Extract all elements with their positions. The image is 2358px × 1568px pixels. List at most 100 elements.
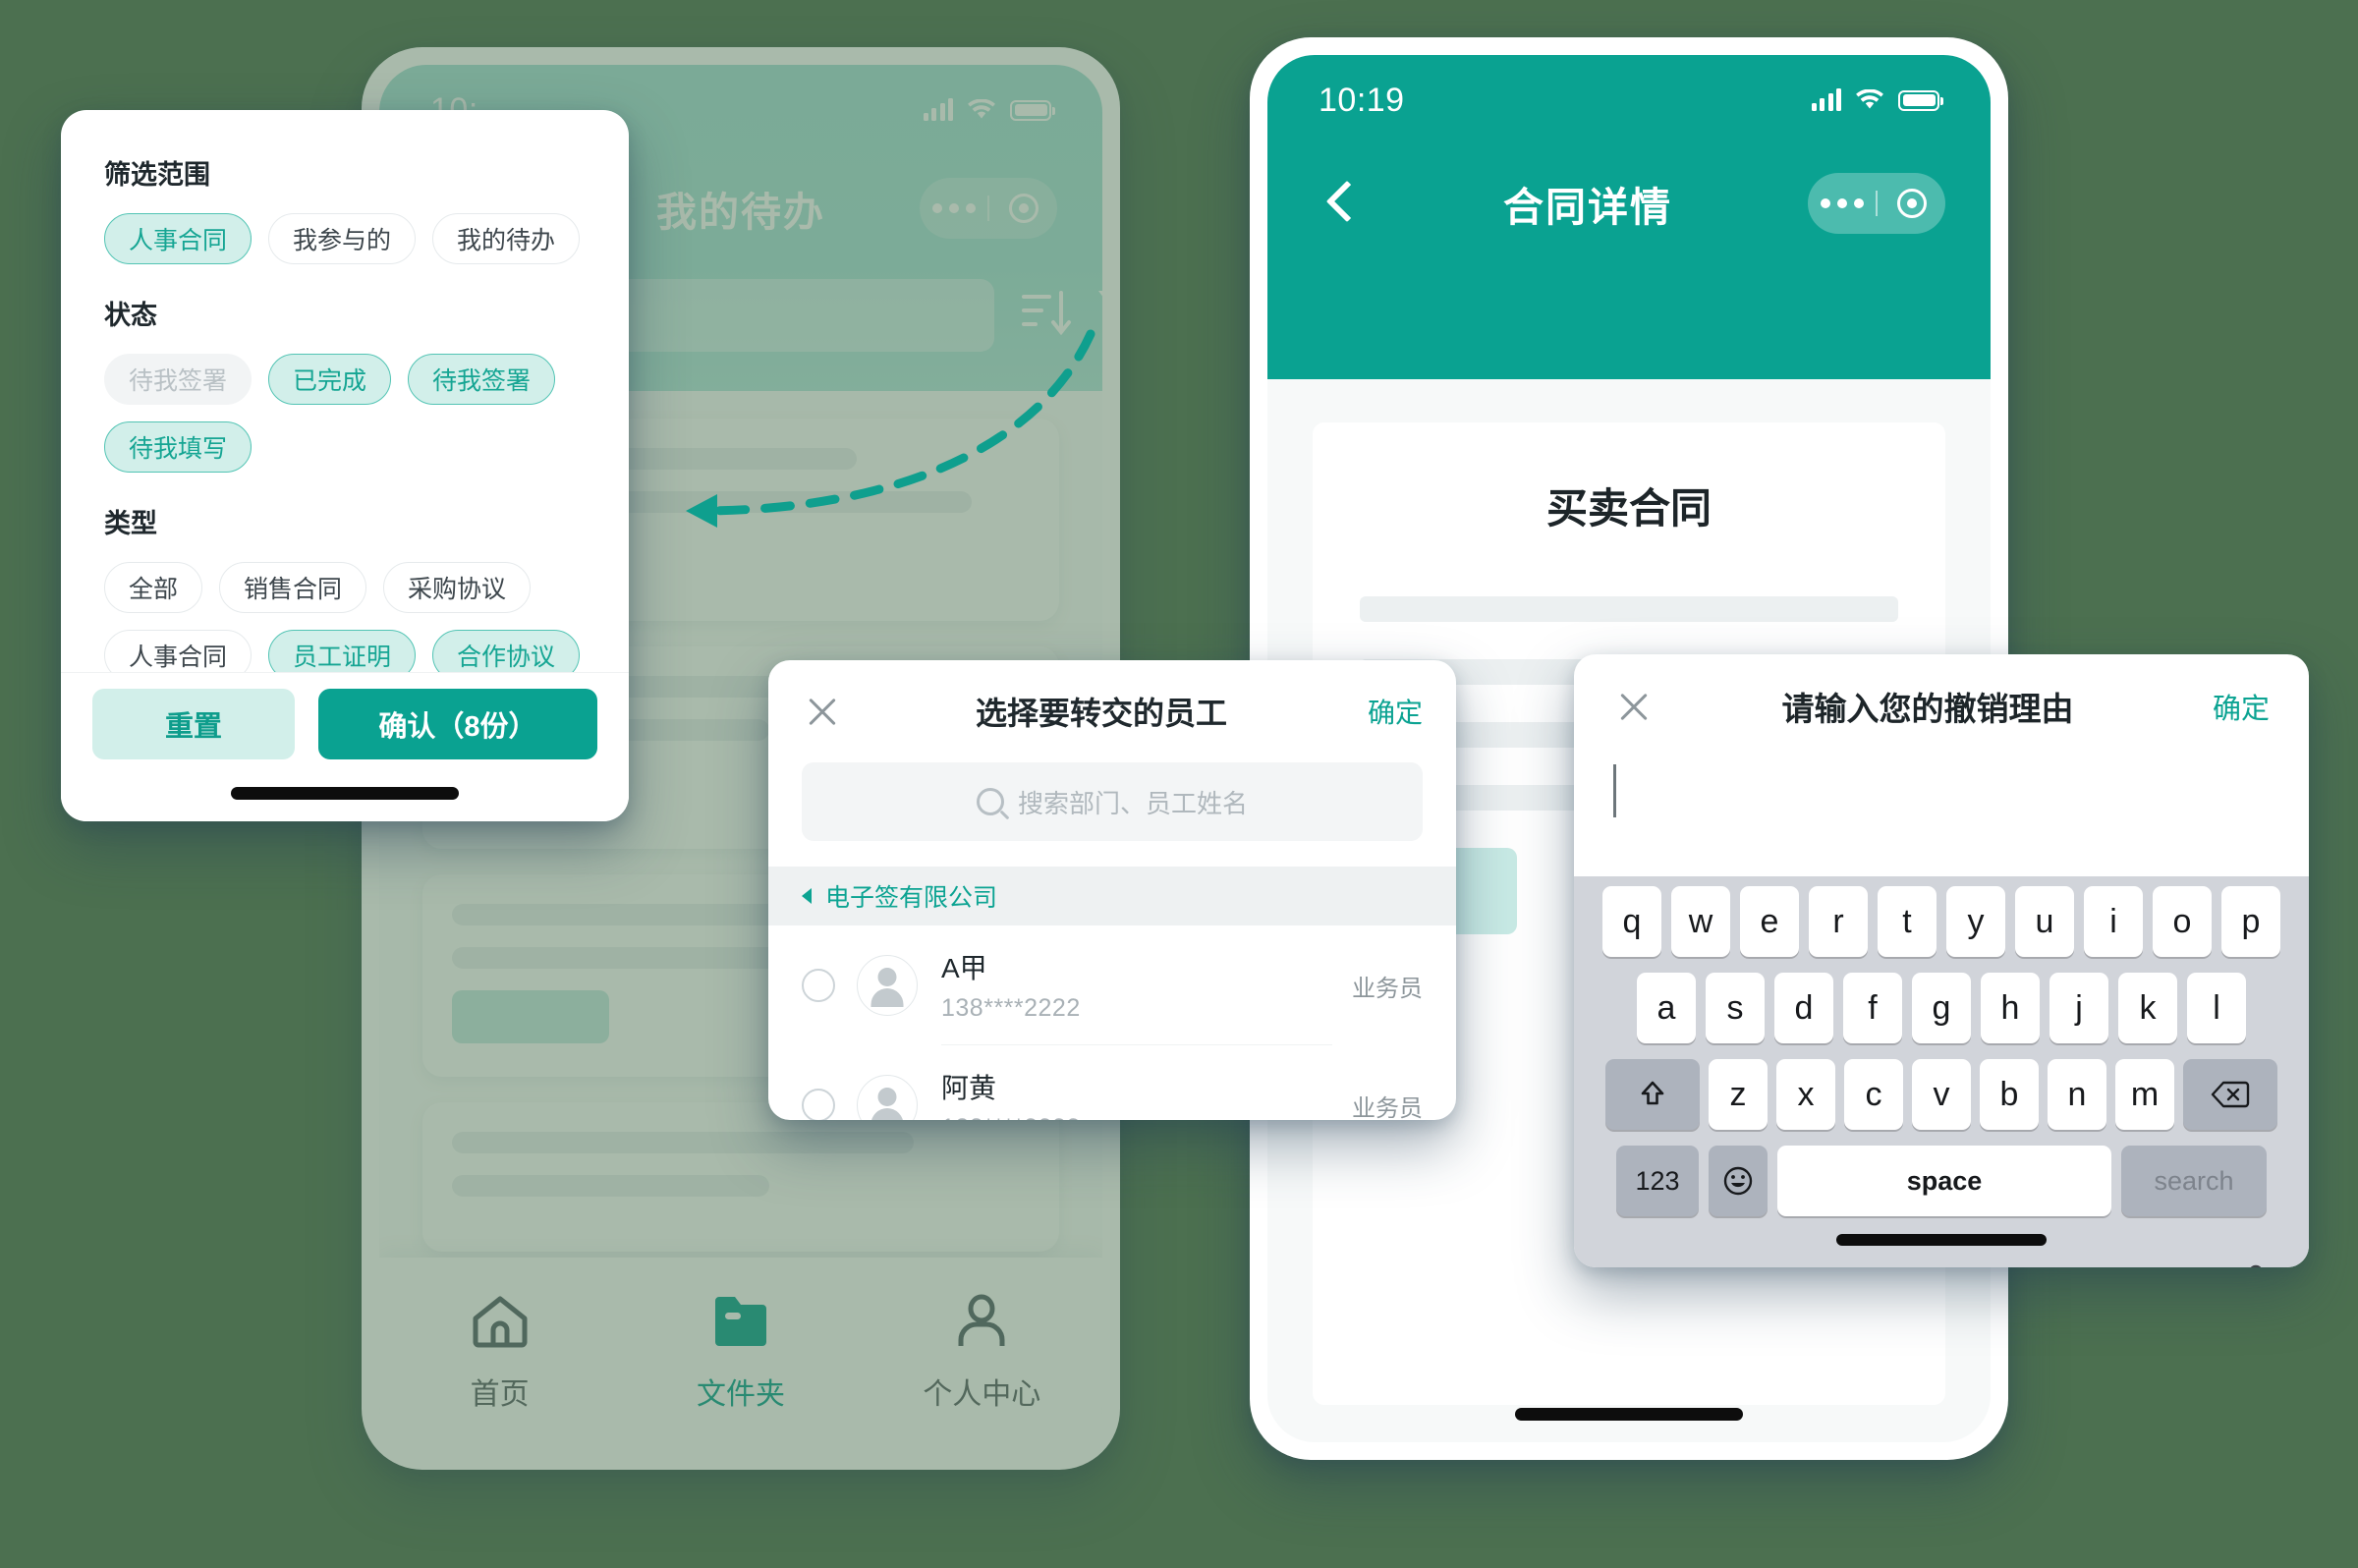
- transfer-modal-header: 选择要转交的员工 确定: [768, 660, 1456, 762]
- key-l[interactable]: l: [2187, 973, 2246, 1043]
- chip-status-await-sign-disabled: 待我签署: [104, 354, 253, 405]
- key-n[interactable]: n: [2048, 1059, 2106, 1130]
- key-f[interactable]: f: [1843, 973, 1902, 1043]
- row-radio[interactable]: [802, 969, 835, 1002]
- emoji-smiley-icon[interactable]: [1709, 1146, 1768, 1216]
- more-dots-icon[interactable]: [920, 203, 987, 213]
- space-key[interactable]: space: [1777, 1146, 2111, 1216]
- chip-scope-my-todo[interactable]: 我的待办: [432, 213, 581, 264]
- reason-textarea[interactable]: [1574, 758, 2309, 876]
- section-title-scope: 筛选范围: [104, 160, 210, 190]
- keyboard-row-2: a s d f g h j k l: [1582, 973, 2301, 1043]
- modal-title: 选择要转交的员工: [975, 696, 1227, 731]
- search-placeholder: 搜索部门、员工姓名: [1017, 788, 1248, 818]
- list-item[interactable]: [422, 1102, 1059, 1252]
- key-k[interactable]: k: [2118, 973, 2177, 1043]
- chip-group-type: 全部 销售合同 采购协议 人事合同 员工证明 合作协议: [104, 562, 586, 681]
- shift-up-icon[interactable]: [1605, 1059, 1700, 1130]
- key-o[interactable]: o: [2153, 886, 2212, 957]
- sidebar-item-folder[interactable]: 文件夹: [620, 1293, 861, 1413]
- key-e[interactable]: e: [1740, 886, 1799, 957]
- target-icon[interactable]: [1878, 189, 1945, 218]
- battery-icon: [1010, 99, 1055, 121]
- mini-program-capsule[interactable]: [920, 178, 1057, 239]
- key-m[interactable]: m: [2115, 1059, 2174, 1130]
- key-j[interactable]: j: [2049, 973, 2108, 1043]
- key-r[interactable]: r: [1809, 886, 1868, 957]
- key-u[interactable]: u: [2015, 886, 2074, 957]
- transfer-employee-modal: 选择要转交的员工 确定 搜索部门、员工姓名 电子签有限公司 A甲 138****…: [768, 660, 1456, 1120]
- search-icon: [976, 788, 1004, 815]
- backspace-icon[interactable]: [2183, 1059, 2277, 1130]
- filter-action-buttons: 重置 确认（8份）: [92, 689, 597, 759]
- chevron-left-icon[interactable]: [802, 888, 812, 904]
- chevron-left-icon[interactable]: [1313, 176, 1368, 231]
- avatar-icon: [857, 955, 918, 1016]
- key-p[interactable]: p: [2221, 886, 2280, 957]
- key-g[interactable]: g: [1912, 973, 1971, 1043]
- chip-type-purchase[interactable]: 采购协议: [383, 562, 532, 613]
- microphone-icon[interactable]: [2236, 1262, 2275, 1267]
- key-a[interactable]: a: [1637, 973, 1696, 1043]
- confirm-button[interactable]: 确定: [1360, 692, 1423, 731]
- close-icon[interactable]: [802, 691, 843, 732]
- employee-role: 业务员: [1352, 1094, 1423, 1121]
- key-b[interactable]: b: [1980, 1059, 2039, 1130]
- table-row[interactable]: 阿黄 138****2222 业务员: [768, 1045, 1456, 1120]
- row-radio[interactable]: [802, 1089, 835, 1120]
- key-d[interactable]: d: [1774, 973, 1833, 1043]
- on-screen-keyboard: q w e r t y u i o p a s d f g h j k l z …: [1574, 876, 2309, 1267]
- confirm-button[interactable]: 确认（8份）: [318, 689, 597, 759]
- sidebar-item-label: 首页: [470, 1378, 530, 1411]
- sidebar-item-home[interactable]: 首页: [379, 1293, 620, 1413]
- filter-funnel-icon[interactable]: [1093, 283, 1102, 344]
- key-c[interactable]: c: [1844, 1059, 1903, 1130]
- keyboard-row-3: z x c v b n m: [1582, 1059, 2301, 1130]
- chip-type-all[interactable]: 全部: [104, 562, 203, 613]
- chip-status-completed[interactable]: 已完成: [268, 354, 392, 405]
- numbers-key[interactable]: 123: [1616, 1146, 1699, 1216]
- more-dots-icon[interactable]: [1808, 198, 1876, 208]
- person-icon: [958, 1294, 1005, 1346]
- close-icon[interactable]: [1613, 686, 1655, 727]
- globe-icon[interactable]: [1607, 1263, 1651, 1267]
- avatar-icon: [857, 1075, 918, 1120]
- status-time: 10:19: [1319, 81, 1405, 119]
- search-input[interactable]: 搜索部门、员工姓名: [802, 762, 1423, 841]
- key-y[interactable]: y: [1946, 886, 2005, 957]
- chip-scope-hr-contract[interactable]: 人事合同: [104, 213, 253, 264]
- mini-program-capsule[interactable]: [1808, 173, 1945, 234]
- employee-info: 阿黄 138****2222: [941, 1045, 1332, 1120]
- employee-name: 阿黄: [941, 1073, 997, 1103]
- key-x[interactable]: x: [1776, 1059, 1835, 1130]
- key-h[interactable]: h: [1981, 973, 2040, 1043]
- key-w[interactable]: w: [1671, 886, 1730, 957]
- key-v[interactable]: v: [1912, 1059, 1971, 1130]
- chip-status-await-sign[interactable]: 待我签署: [408, 354, 556, 405]
- key-s[interactable]: s: [1706, 973, 1765, 1043]
- chip-type-sales[interactable]: 销售合同: [219, 562, 367, 613]
- breadcrumb[interactable]: 电子签有限公司: [768, 867, 1456, 925]
- sidebar-item-profile[interactable]: 个人中心: [862, 1293, 1102, 1413]
- table-row[interactable]: A甲 138****2222 业务员: [768, 925, 1456, 1045]
- chip-status-await-fill[interactable]: 待我填写: [104, 421, 253, 473]
- chip-scope-participated[interactable]: 我参与的: [268, 213, 417, 264]
- reset-button[interactable]: 重置: [92, 689, 295, 759]
- confirm-button[interactable]: 确定: [2201, 686, 2270, 727]
- wifi-icon: [968, 99, 995, 119]
- section-title-status: 状态: [104, 301, 157, 330]
- section-title-type: 类型: [104, 509, 157, 538]
- key-z[interactable]: z: [1709, 1059, 1768, 1130]
- status-icons: [923, 98, 1055, 121]
- home-indicator: [1515, 1408, 1743, 1421]
- home-icon: [473, 1296, 528, 1348]
- placeholder-line: [452, 1175, 770, 1197]
- folder-icon: [714, 1297, 766, 1346]
- sort-icon[interactable]: [1018, 283, 1073, 344]
- search-key[interactable]: search: [2121, 1146, 2267, 1216]
- key-t[interactable]: t: [1878, 886, 1937, 957]
- key-i[interactable]: i: [2084, 886, 2143, 957]
- target-icon[interactable]: [989, 194, 1057, 223]
- key-q[interactable]: q: [1602, 886, 1661, 957]
- revoke-reason-modal: 请输入您的撤销理由 确定 q w e r t y u i o p a s d f…: [1574, 654, 2309, 1267]
